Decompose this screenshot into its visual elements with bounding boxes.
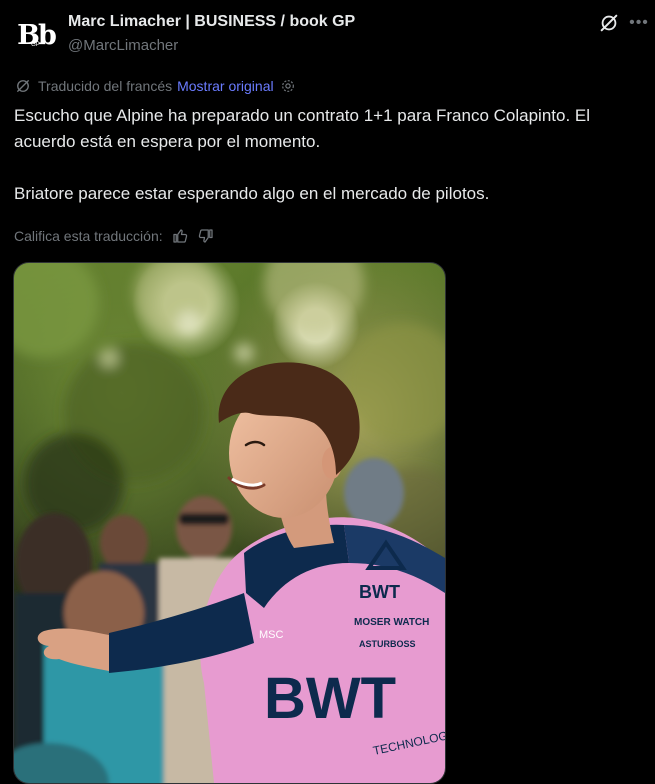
suit-logo-text: BWT bbox=[359, 582, 400, 602]
author-handle[interactable]: @MarcLimacher bbox=[68, 37, 178, 54]
more-options-icon[interactable]: ••• bbox=[628, 12, 650, 34]
translation-bar: Traducido del francés Mostrar original bbox=[14, 76, 296, 96]
tweet-text: Escucho que Alpine ha preparado un contr… bbox=[14, 103, 644, 207]
suit-logo-text: BWT bbox=[264, 666, 396, 731]
show-original-link[interactable]: Mostrar original bbox=[177, 78, 273, 94]
thumbs-up-icon[interactable] bbox=[171, 227, 189, 245]
grok-icon[interactable] bbox=[598, 12, 620, 34]
tweet-media-photo[interactable]: BWT MOSER WATCH ASTURBOSS MSC BWT TECHNO… bbox=[13, 262, 446, 784]
suit-logo-text: MOSER WATCH bbox=[354, 617, 429, 628]
avatar-logo: Bb GP bbox=[17, 19, 57, 51]
suit-logo-text: ASTURBOSS bbox=[359, 639, 416, 649]
author-display-name[interactable]: Marc Limacher | BUSINESS / book GP bbox=[68, 13, 355, 31]
tweet-header: Bb GP Marc Limacher | BUSINESS / book GP… bbox=[0, 0, 655, 70]
tweet-paragraph: Escucho que Alpine ha preparado un contr… bbox=[14, 106, 591, 151]
translate-icon bbox=[17, 80, 29, 92]
rate-translation-label: Califica esta traducción: bbox=[14, 228, 163, 244]
gear-icon[interactable] bbox=[280, 78, 296, 94]
rate-translation: Califica esta traducción: bbox=[14, 225, 215, 247]
translated-from-label: Traducido del francés bbox=[38, 78, 173, 94]
thumbs-down-icon[interactable] bbox=[197, 227, 215, 245]
suit-logo-text: MSC bbox=[259, 629, 284, 641]
avatar[interactable]: Bb GP bbox=[14, 13, 58, 57]
driver-photo-illustration: BWT MOSER WATCH ASTURBOSS MSC BWT TECHNO… bbox=[14, 263, 445, 783]
tweet-paragraph: Briatore parece estar esperando algo en … bbox=[14, 184, 490, 203]
